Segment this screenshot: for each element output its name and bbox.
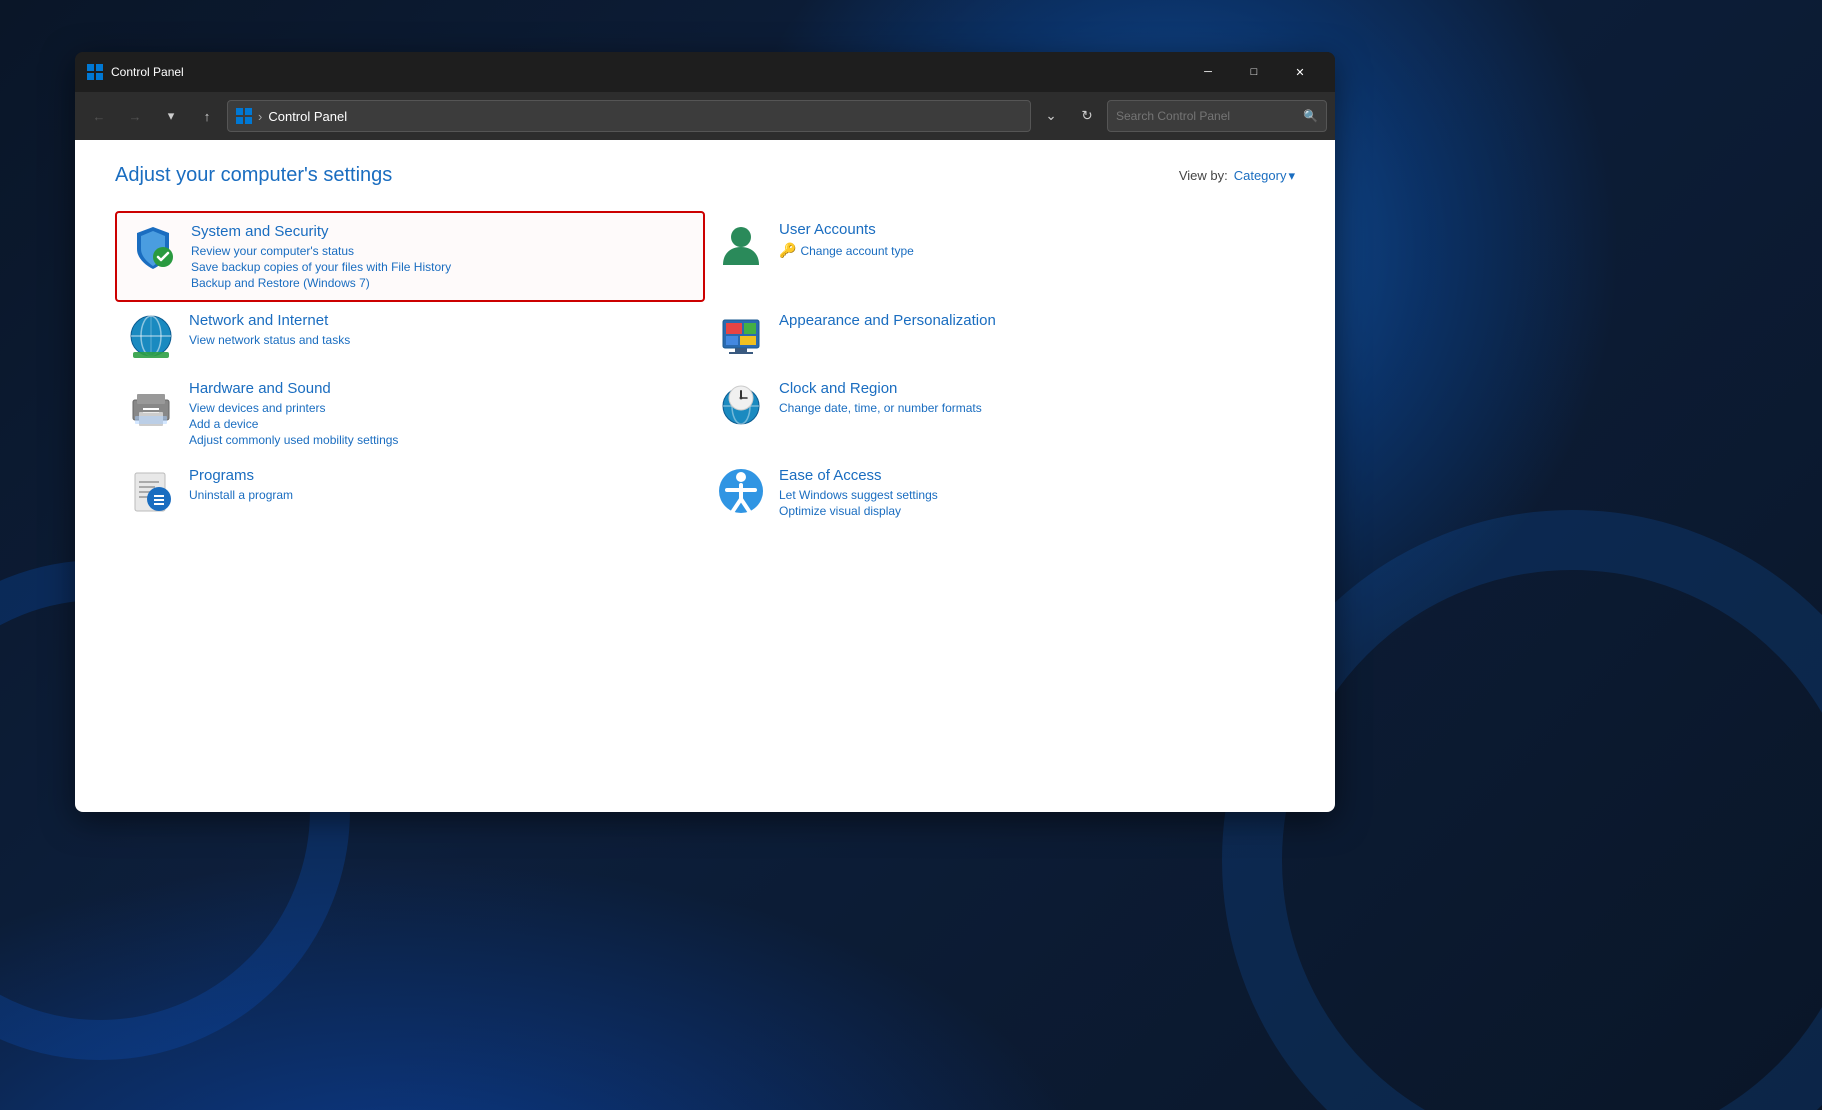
address-path-icon <box>236 108 252 124</box>
hardware-sound-text: Hardware and Sound View devices and prin… <box>189 380 693 447</box>
refresh-button[interactable]: ↻ <box>1071 100 1103 132</box>
appearance-title[interactable]: Appearance and Personalization <box>779 312 1283 329</box>
network-internet-link-0[interactable]: View network status and tasks <box>189 333 693 347</box>
clock-region-link-0[interactable]: Change date, time, or number formats <box>779 401 1283 415</box>
forward-icon: → <box>129 109 142 124</box>
search-icon[interactable]: 🔍 <box>1303 109 1318 123</box>
network-internet-title[interactable]: Network and Internet <box>189 312 693 329</box>
clock-region-text: Clock and Region Change date, time, or n… <box>779 380 1283 415</box>
category-network-internet[interactable]: Network and Internet View network status… <box>115 302 705 370</box>
ease-of-access-text: Ease of Access Let Windows suggest setti… <box>779 467 1283 518</box>
hardware-sound-link-2[interactable]: Adjust commonly used mobility settings <box>189 433 693 447</box>
clock-region-icon <box>717 380 765 428</box>
back-button[interactable]: ← <box>83 100 115 132</box>
clock-region-links: Change date, time, or number formats <box>779 401 1283 415</box>
ease-of-access-links: Let Windows suggest settings Optimize vi… <box>779 488 1283 518</box>
address-path-text: Control Panel <box>268 109 347 124</box>
window-controls: ─ □ ✕ <box>1185 56 1323 88</box>
programs-link-0[interactable]: Uninstall a program <box>189 488 693 502</box>
search-input[interactable] <box>1116 109 1303 123</box>
refresh-icon: ↻ <box>1081 108 1092 124</box>
category-system-security[interactable]: System and Security Review your computer… <box>115 211 705 302</box>
page-title: Adjust your computer's settings <box>115 164 392 187</box>
hardware-sound-icon <box>127 380 175 428</box>
system-security-text: System and Security Review your computer… <box>191 223 691 290</box>
address-bar: ← → ▾ ↑ › Control Panel ⌄ <box>75 92 1335 140</box>
back-icon: ← <box>93 109 106 124</box>
category-hardware-sound[interactable]: Hardware and Sound View devices and prin… <box>115 370 705 457</box>
category-appearance[interactable]: Appearance and Personalization <box>705 302 1295 370</box>
close-button[interactable]: ✕ <box>1277 56 1323 88</box>
system-security-title[interactable]: System and Security <box>191 223 691 240</box>
restore-button[interactable]: □ <box>1231 56 1277 88</box>
window-title: Control Panel <box>111 65 1185 79</box>
programs-text: Programs Uninstall a program <box>189 467 693 502</box>
user-accounts-links: 🔑 Change account type <box>779 242 1283 259</box>
hardware-sound-link-1[interactable]: Add a device <box>189 417 693 431</box>
appearance-text: Appearance and Personalization <box>779 312 1283 333</box>
address-dropdown-icon: ⌄ <box>1045 108 1056 124</box>
appearance-icon <box>717 312 765 360</box>
page-header: Adjust your computer's settings View by:… <box>115 164 1295 187</box>
minimize-button[interactable]: ─ <box>1185 56 1231 88</box>
ease-of-access-link-1[interactable]: Optimize visual display <box>779 504 1283 518</box>
system-security-icon <box>129 223 177 271</box>
search-box: 🔍 <box>1107 100 1327 132</box>
content-area: Adjust your computer's settings View by:… <box>75 140 1335 812</box>
view-by-button[interactable]: Category ▾ <box>1234 168 1295 184</box>
programs-links: Uninstall a program <box>189 488 693 502</box>
category-user-accounts[interactable]: User Accounts 🔑 Change account type <box>705 211 1295 302</box>
user-accounts-link-0[interactable]: Change account type <box>800 244 913 258</box>
up-button[interactable]: ↑ <box>191 100 223 132</box>
hardware-sound-link-0[interactable]: View devices and printers <box>189 401 693 415</box>
programs-title[interactable]: Programs <box>189 467 693 484</box>
change-account-icon: 🔑 <box>779 242 796 259</box>
hardware-sound-title[interactable]: Hardware and Sound <box>189 380 693 397</box>
ease-of-access-link-0[interactable]: Let Windows suggest settings <box>779 488 1283 502</box>
system-security-link-1[interactable]: Save backup copies of your files with Fi… <box>191 260 691 274</box>
address-dropdown-button[interactable]: ⌄ <box>1035 100 1067 132</box>
category-ease-of-access[interactable]: Ease of Access Let Windows suggest setti… <box>705 457 1295 528</box>
network-internet-icon <box>127 312 175 360</box>
system-security-link-2[interactable]: Backup and Restore (Windows 7) <box>191 276 691 290</box>
dropdown-history-icon: ▾ <box>168 108 175 124</box>
title-bar: Control Panel ─ □ ✕ <box>75 52 1335 92</box>
view-by-control: View by: Category ▾ <box>1179 168 1295 184</box>
dropdown-history-button[interactable]: ▾ <box>155 100 187 132</box>
category-clock-region[interactable]: Clock and Region Change date, time, or n… <box>705 370 1295 457</box>
forward-button[interactable]: → <box>119 100 151 132</box>
view-by-label: View by: <box>1179 168 1228 183</box>
view-by-value: Category <box>1234 168 1287 183</box>
network-internet-links: View network status and tasks <box>189 333 693 347</box>
view-by-dropdown-icon: ▾ <box>1288 168 1295 184</box>
clock-region-title[interactable]: Clock and Region <box>779 380 1283 397</box>
ease-of-access-icon <box>717 467 765 515</box>
address-separator: › <box>258 109 262 124</box>
up-icon: ↑ <box>204 109 211 124</box>
control-panel-window: Control Panel ─ □ ✕ ← → ▾ ↑ <box>75 52 1335 812</box>
hardware-sound-links: View devices and printers Add a device A… <box>189 401 693 447</box>
user-accounts-title[interactable]: User Accounts <box>779 221 1283 238</box>
category-programs[interactable]: Programs Uninstall a program <box>115 457 705 528</box>
system-security-link-0[interactable]: Review your computer's status <box>191 244 691 258</box>
categories-grid: System and Security Review your computer… <box>115 211 1295 528</box>
programs-icon <box>127 467 175 515</box>
user-accounts-icon <box>717 221 765 269</box>
system-security-links: Review your computer's status Save backu… <box>191 244 691 290</box>
network-internet-text: Network and Internet View network status… <box>189 312 693 347</box>
window-icon <box>87 64 103 80</box>
ease-of-access-title[interactable]: Ease of Access <box>779 467 1283 484</box>
user-accounts-text: User Accounts 🔑 Change account type <box>779 221 1283 259</box>
address-path-bar[interactable]: › Control Panel <box>227 100 1031 132</box>
